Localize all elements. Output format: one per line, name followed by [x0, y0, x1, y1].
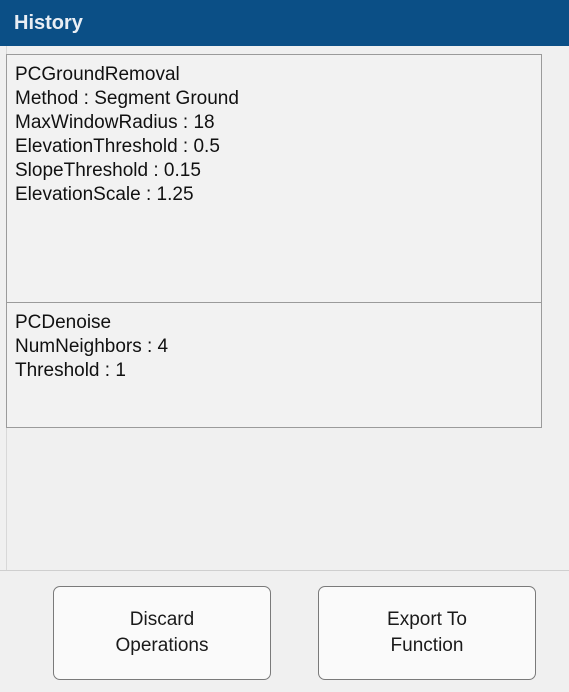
export-to-function-button[interactable]: Export To Function: [318, 586, 536, 680]
history-item-param: MaxWindowRadius : 18: [15, 112, 215, 133]
history-panel: History PCGroundRemoval Method : Segment…: [0, 0, 569, 692]
history-item-param: Threshold : 1: [15, 360, 126, 381]
history-item-param: Method : Segment Ground: [15, 88, 239, 109]
panel-header: History: [0, 0, 569, 46]
history-item-param: ElevationScale : 1.25: [15, 184, 194, 205]
discard-operations-label: Discard Operations: [115, 609, 209, 656]
history-item-title: PCDenoise: [15, 312, 112, 333]
history-item-pcdenoise[interactable]: PCDenoise NumNeighbors : 4 Threshold : 1: [6, 302, 542, 428]
button-area-divider: [0, 570, 569, 571]
history-item-pcgroundremoval[interactable]: PCGroundRemoval Method : Segment Ground …: [6, 54, 542, 303]
history-item-param: SlopeThreshold : 0.15: [15, 160, 201, 181]
history-list: PCGroundRemoval Method : Segment Ground …: [6, 54, 544, 428]
export-to-function-label: Export To Function: [387, 609, 467, 656]
history-item-param: ElevationThreshold : 0.5: [15, 136, 220, 157]
history-item-title: PCGroundRemoval: [15, 64, 180, 85]
discard-operations-button[interactable]: Discard Operations: [53, 586, 271, 680]
panel-title: History: [14, 12, 83, 34]
history-item-param: NumNeighbors : 4: [15, 336, 169, 357]
